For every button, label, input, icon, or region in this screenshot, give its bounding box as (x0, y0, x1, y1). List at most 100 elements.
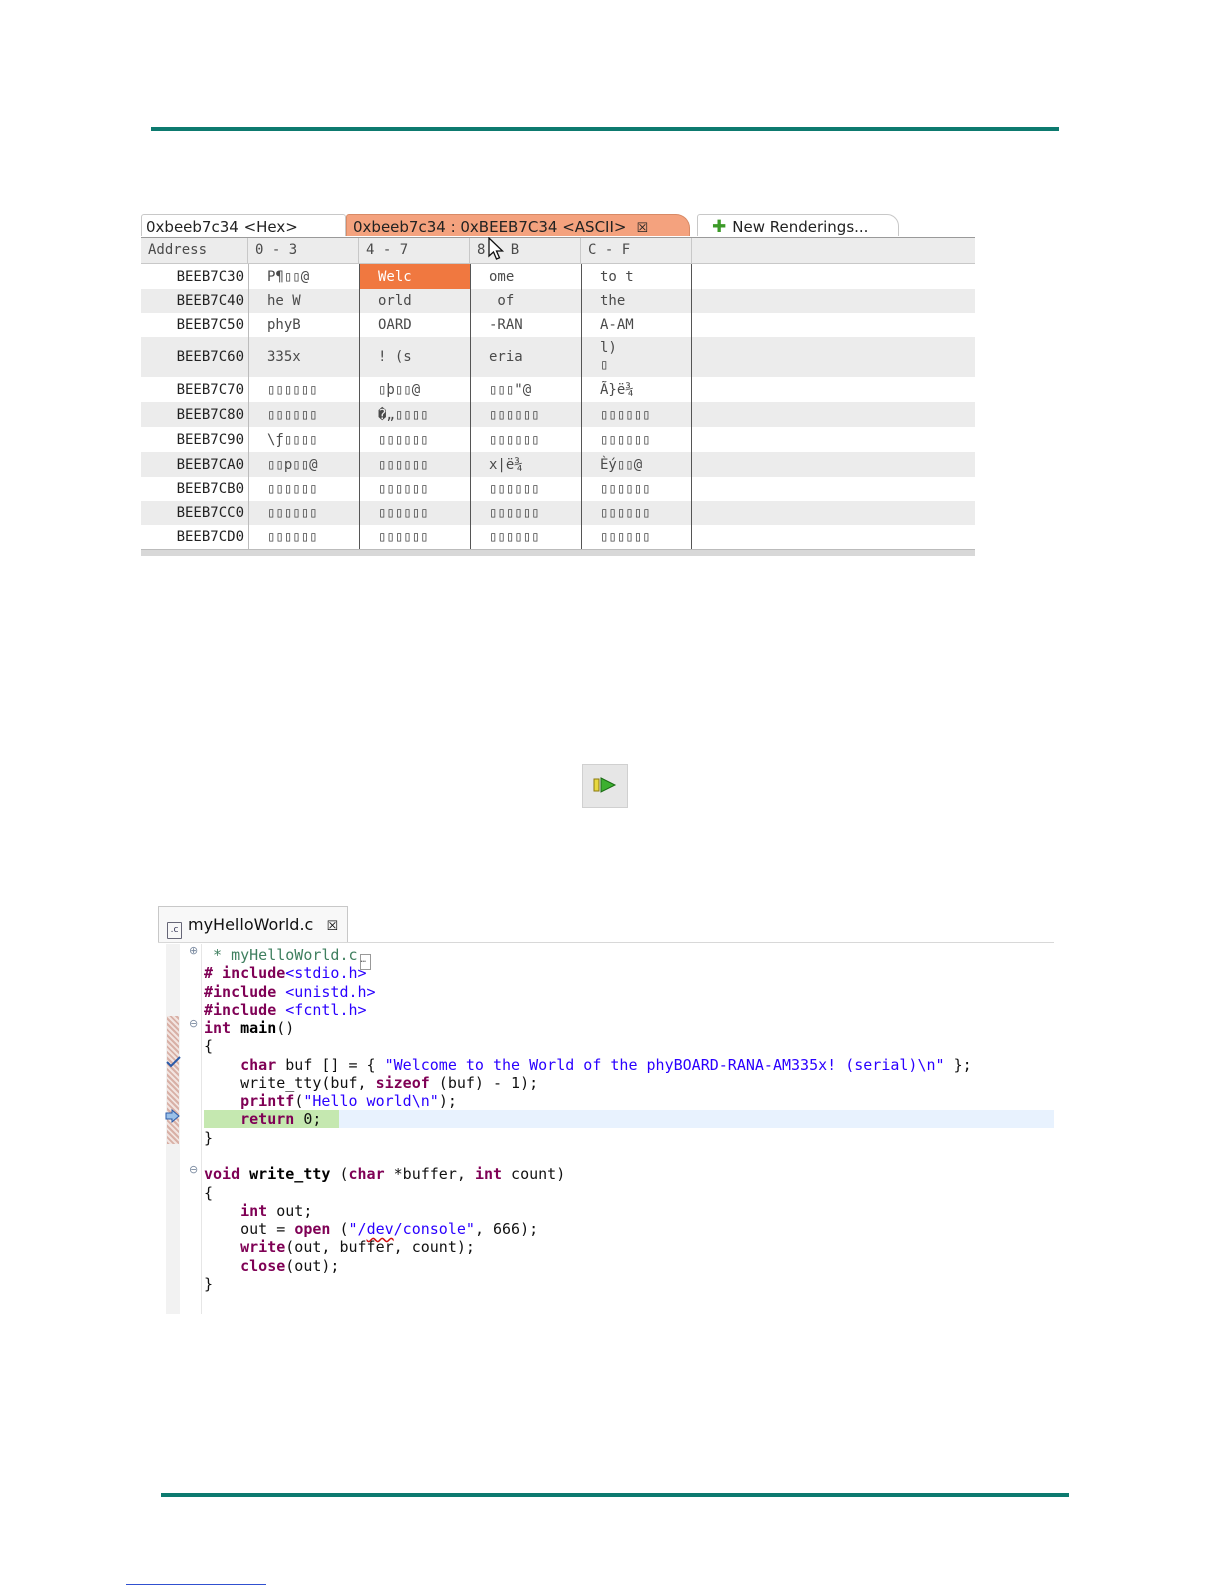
memory-cell[interactable]: \ƒ▯▯▯▯ (248, 427, 359, 452)
memory-cell[interactable]: ▯▯▯▯▯▯ (248, 501, 359, 525)
memory-cell[interactable]: he W (248, 289, 359, 313)
code-keyword: printf (204, 1092, 295, 1110)
memory-cell[interactable]: OARD (359, 313, 470, 337)
memory-cell[interactable]: eria (470, 337, 581, 377)
code-keyword: open (294, 1220, 331, 1238)
code-line: } (204, 1129, 214, 1147)
code-text: *buffer, (384, 1165, 475, 1183)
memory-cell[interactable]: to t (581, 264, 692, 289)
memory-cell[interactable]: phyB (248, 313, 359, 337)
memory-cell[interactable]: ▯▯▯▯▯▯ (470, 427, 581, 452)
code-line: int out; (204, 1202, 312, 1220)
memory-cell[interactable]: A-AM (581, 313, 692, 337)
memory-cell[interactable]: �„▯▯▯▯ (359, 402, 470, 427)
code-keyword: close (204, 1257, 286, 1275)
memory-cell[interactable]: ▯▯▯▯▯▯ (581, 477, 692, 501)
breakpoint-icon[interactable] (166, 1056, 182, 1068)
code-keyword: char (204, 1056, 277, 1074)
code-line: } (204, 1275, 214, 1293)
table-row: BEEB7C70 ▯▯▯▯▯▯ ▯þ▯▯@ ▯▯▯"@ Ã}ë¾ (141, 377, 975, 402)
memory-cell[interactable]: 335x (248, 337, 359, 377)
memory-cell[interactable]: ▯▯▯"@ (470, 377, 581, 402)
code-string: <stdio.h> (285, 964, 367, 982)
memory-cell[interactable]: ▯▯▯▯▯▯ (581, 501, 692, 525)
instruction-pointer-icon (165, 1109, 180, 1123)
code-line: #include <unistd.h> (204, 983, 376, 1001)
memory-cell[interactable]: l) ▯ (581, 337, 692, 377)
memory-cell[interactable]: ▯▯▯▯▯▯ (248, 477, 359, 501)
address-cell: BEEB7C90 (176, 431, 244, 448)
code-line: int main() (204, 1019, 294, 1037)
address-cell: BEEB7CB0 (176, 481, 244, 497)
memory-cell-selected[interactable]: Welc (359, 264, 470, 289)
memory-cell[interactable]: x|ë¾ (470, 452, 581, 477)
fold-collapse-icon[interactable]: ⊖ (189, 1163, 198, 1176)
memory-cell[interactable]: ▯▯▯▯▯▯ (359, 477, 470, 501)
close-tab-icon[interactable]: ☒ (326, 919, 338, 934)
code-line: printf("Hello world\n"); (204, 1092, 457, 1110)
code-text: (buf) - 1); (429, 1074, 539, 1092)
memory-cell[interactable]: ▯▯▯▯▯▯ (359, 525, 470, 549)
code-keyword: int (474, 1165, 503, 1183)
editor-tab-divider (158, 942, 1054, 943)
memory-cell[interactable]: ▯▯▯▯▯▯ (470, 402, 581, 427)
memory-tab-bar: 0xbeeb7c34 <Hex> 0xbeeb7c34 : 0xBEEB7C34… (141, 214, 975, 238)
tab-ascii-rendering[interactable]: 0xbeeb7c34 : 0xBEEB7C34 <ASCII> ☒ (346, 214, 690, 236)
code-string: "/ (348, 1220, 367, 1238)
code-text: ); (438, 1092, 457, 1110)
column-header-4-7[interactable]: 4 - 7 (359, 238, 470, 263)
address-cell: BEEB7C80 (176, 406, 244, 423)
code-string: /console" (393, 1220, 475, 1238)
memory-cell[interactable]: ▯▯▯▯▯▯ (470, 501, 581, 525)
memory-cell[interactable]: P¶▯▯@ (248, 264, 359, 289)
memory-cell[interactable]: the (581, 289, 692, 313)
code-keyword: void (204, 1165, 241, 1183)
fold-expand-icon[interactable]: ⊕ (189, 944, 198, 957)
tab-hex-rendering[interactable]: 0xbeeb7c34 <Hex> (141, 214, 346, 236)
tab-ascii-label: 0xbeeb7c34 : 0xBEEB7C34 <ASCII> (353, 218, 627, 236)
memory-cell[interactable]: ▯▯▯▯▯▯ (359, 427, 470, 452)
memory-cell[interactable]: orld (359, 289, 470, 313)
memory-cell[interactable]: ▯▯▯▯▯▯ (248, 402, 359, 427)
memory-cell[interactable]: ▯þ▯▯@ (359, 377, 470, 402)
editor-tab-myhelloworld[interactable]: .c myHelloWorld.c ☒ (158, 906, 348, 942)
fold-collapse-icon[interactable]: ⊖ (189, 1017, 198, 1030)
address-cell: BEEB7CD0 (176, 529, 244, 545)
column-header-c-f[interactable]: C - F (581, 238, 692, 263)
code-line: * myHelloWorld.c… (204, 946, 371, 970)
code-line: void write_tty (char *buffer, int count) (204, 1165, 565, 1183)
code-line: write(out, buffer, count); (204, 1238, 475, 1256)
memory-cell[interactable]: ▯▯▯▯▯▯ (248, 377, 359, 402)
code-comment: * myHelloWorld.c (204, 946, 358, 964)
memory-cell[interactable]: ▯▯p▯▯@ (248, 452, 359, 477)
memory-cell[interactable]: Èý▯▯@ (581, 452, 692, 477)
table-row: BEEB7CD0 ▯▯▯▯▯▯ ▯▯▯▯▯▯ ▯▯▯▯▯▯ ▯▯▯▯▯▯ (141, 525, 975, 549)
memory-cell[interactable]: ▯▯▯▯▯▯ (581, 525, 692, 549)
memory-cell[interactable]: Ã}ë¾ (581, 377, 692, 402)
memory-cell[interactable]: of (470, 289, 581, 313)
table-row: BEEB7CB0 ▯▯▯▯▯▯ ▯▯▯▯▯▯ ▯▯▯▯▯▯ ▯▯▯▯▯▯ (141, 477, 975, 501)
memory-cell[interactable]: ▯▯▯▯▯▯ (359, 501, 470, 525)
horizontal-scrollbar[interactable] (141, 549, 975, 556)
code-line: # include<stdio.h> (204, 964, 367, 982)
memory-cell[interactable]: ▯▯▯▯▯▯ (470, 477, 581, 501)
memory-cell[interactable]: ▯▯▯▯▯▯ (470, 525, 581, 549)
memory-cell[interactable]: ▯▯▯▯▯▯ (359, 452, 470, 477)
memory-cell[interactable]: ▯▯▯▯▯▯ (581, 427, 692, 452)
table-row: BEEB7C50 phyB OARD -RAN A-AM (141, 313, 975, 337)
close-tab-icon[interactable]: ☒ (636, 221, 648, 236)
code-line: write_tty(buf, sizeof (buf) - 1); (204, 1074, 538, 1092)
table-row: BEEB7CA0 ▯▯p▯▯@ ▯▯▯▯▯▯ x|ë¾ Èý▯▯@ (141, 452, 975, 477)
code-string: "Welcome to the World of the phyBOARD-RA… (384, 1056, 945, 1074)
resume-button[interactable] (582, 764, 628, 808)
code-text: }; (944, 1056, 972, 1074)
column-header-address[interactable]: Address (141, 238, 248, 263)
memory-cell[interactable]: ! (s (359, 337, 470, 377)
memory-cell[interactable]: -RAN (470, 313, 581, 337)
code-text: write_tty(buf, (204, 1074, 376, 1092)
new-renderings-button[interactable]: ✚ New Renderings... (697, 214, 899, 237)
memory-cell[interactable]: ▯▯▯▯▯▯ (581, 402, 692, 427)
column-header-0-3[interactable]: 0 - 3 (248, 238, 359, 263)
memory-cell[interactable]: ▯▯▯▯▯▯ (248, 525, 359, 549)
memory-cell[interactable]: ome (470, 264, 581, 289)
